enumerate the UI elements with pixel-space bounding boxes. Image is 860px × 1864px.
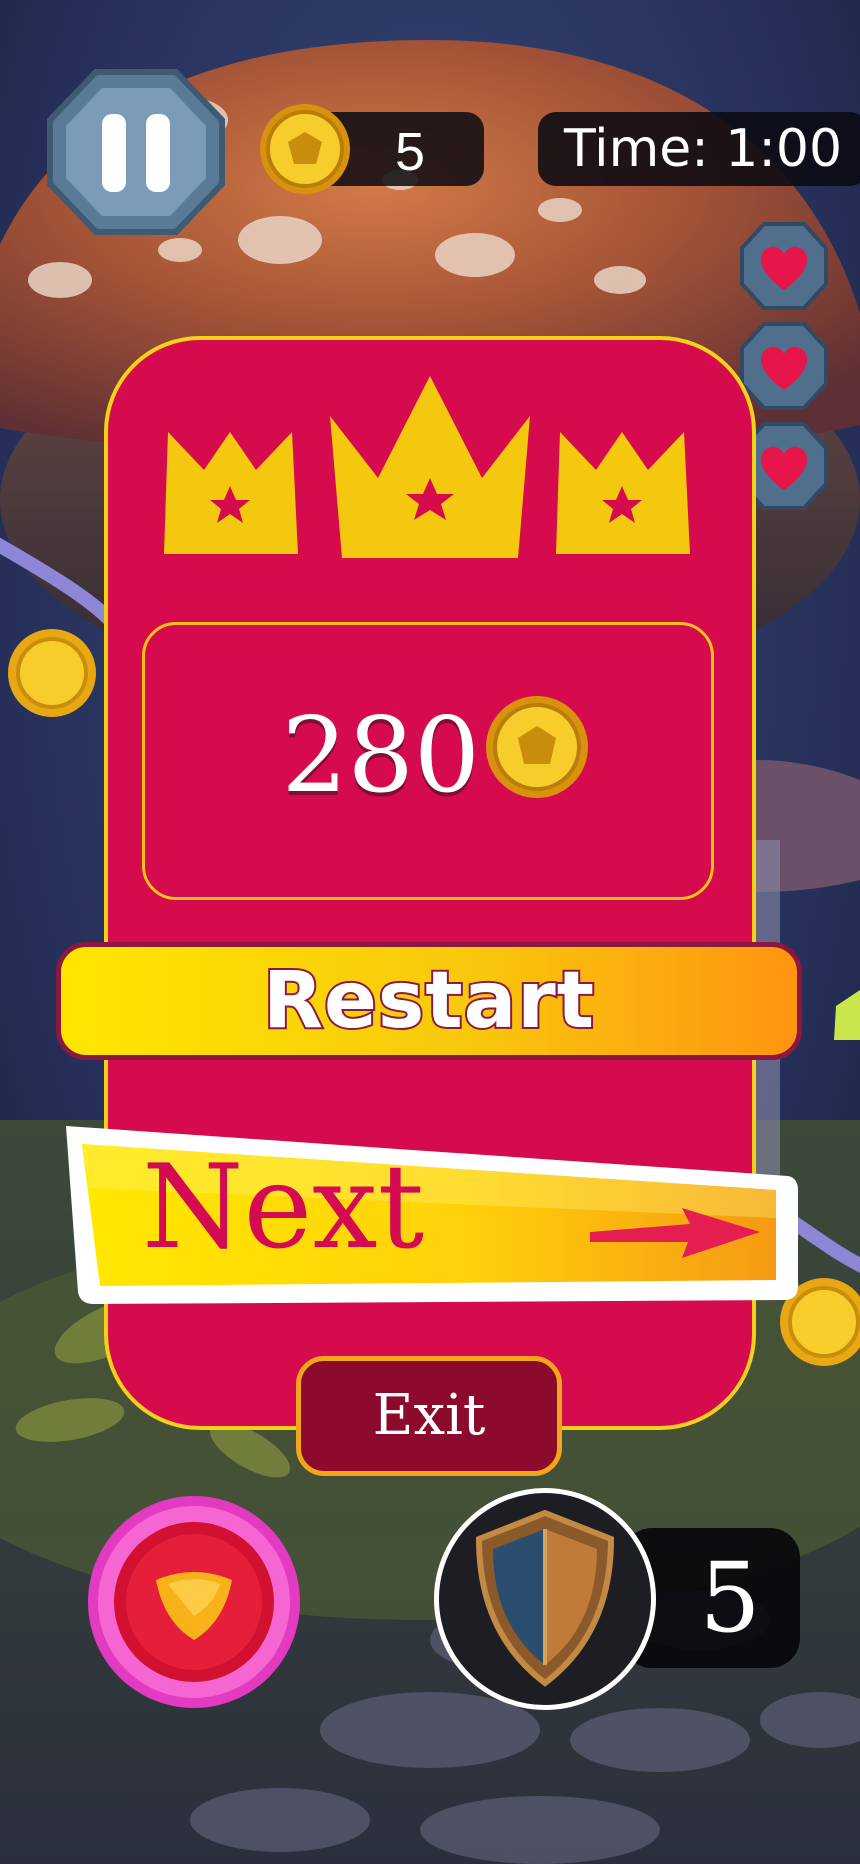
pause-icon bbox=[47, 69, 225, 235]
shield-icon bbox=[475, 1509, 615, 1687]
shield-button[interactable] bbox=[434, 1488, 656, 1710]
crown-icon bbox=[164, 432, 298, 554]
score-value: 280 bbox=[281, 694, 480, 816]
coin-icon bbox=[486, 696, 588, 798]
heart-icon bbox=[740, 222, 828, 310]
restart-button[interactable]: Restart bbox=[56, 942, 802, 1060]
crown-icon bbox=[330, 376, 530, 558]
exit-button[interactable]: Exit bbox=[296, 1356, 562, 1476]
pause-button[interactable] bbox=[46, 68, 226, 236]
restart-label: Restart bbox=[261, 954, 596, 1048]
shield-count: 5 bbox=[699, 1542, 761, 1654]
heart-icon bbox=[740, 322, 828, 410]
crown-rating bbox=[164, 376, 690, 558]
coin-count: 5 bbox=[394, 122, 426, 182]
next-label: Next bbox=[142, 1140, 425, 1275]
timer-display: Time: 1:00 bbox=[538, 112, 860, 186]
coin-icon bbox=[260, 104, 350, 194]
crown-icon bbox=[556, 432, 690, 554]
candy-button[interactable] bbox=[84, 1492, 304, 1712]
